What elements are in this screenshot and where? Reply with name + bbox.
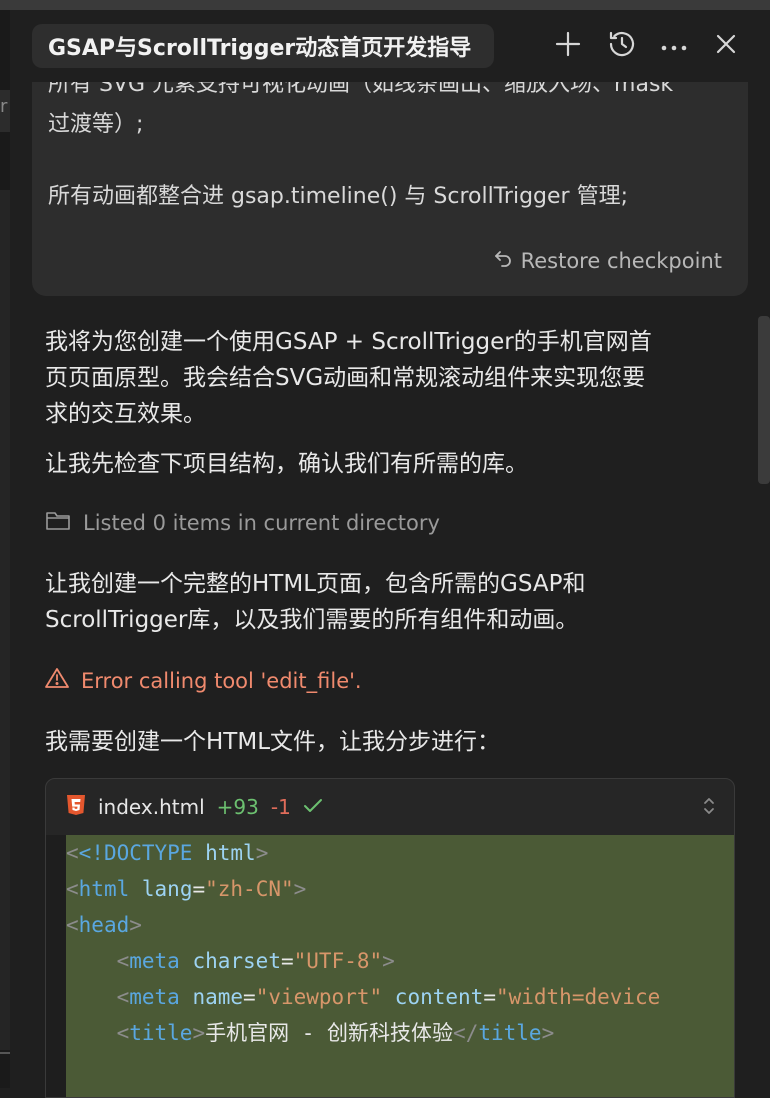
diff-additions: +93 [216,795,259,819]
chat-header: GSAP与ScrollTrigger动态首页开发指导 [10,10,770,82]
user-message-card: 所有 SVG 元素支持可视化动画（如线条画出、缩放入场、mask 过渡等）; 所… [32,60,748,296]
gutter-marker [0,1052,10,1054]
warning-icon [45,667,69,694]
folder-icon [45,509,71,536]
diff-deletions: -1 [270,795,291,819]
error-message: Error calling tool 'edit_file'. [81,668,362,693]
expand-collapse-icon[interactable] [702,795,716,822]
code-token: "width=device [495,985,661,1009]
code-token: meta [129,949,180,973]
code-filename: index.html [98,795,205,819]
scrollbar-thumb[interactable] [758,316,770,484]
assistant-text-line: 让我创建一个完整的HTML页面，包含所需的GSAP和 [45,571,586,597]
ellipsis-icon [660,37,688,56]
code-line: <meta name="viewport" content="width=dev… [116,985,661,1009]
code-token: lang [141,877,193,901]
code-token: head [78,913,130,937]
code-token: html [205,841,256,865]
chat-title[interactable]: GSAP与ScrollTrigger动态首页开发指导 [32,24,494,68]
html5-icon [66,794,86,821]
code-line: <meta charset="UTF-8"> [116,949,395,973]
code-line: <html lang="zh-CN"> [66,877,307,901]
code-token: "UTF-8" [293,949,383,973]
code-line: <head> [66,913,142,937]
assistant-paragraph: 让我创建一个完整的HTML页面，包含所需的GSAP和 ScrollTrigger… [45,566,735,638]
code-token: 手机官网 - 创新科技体验 [205,1021,454,1045]
user-message-line: 所有动画都整合进 gsap.timeline() 与 ScrollTrigger… [48,184,629,209]
gutter-block [0,190,10,1050]
tool-error: Error calling tool 'edit_file'. [45,667,362,694]
new-chat-button[interactable] [550,28,586,64]
check-icon [303,795,323,819]
code-token: title [478,1021,542,1045]
gutter-glyph: r [0,96,8,117]
code-token: "viewport" [255,985,383,1009]
code-token: charset [192,949,281,973]
tool-call-listing[interactable]: Listed 0 items in current directory [45,509,440,536]
more-options-button[interactable] [656,28,692,64]
history-button[interactable] [604,28,640,64]
history-icon [607,29,637,63]
editor-gutter: r [0,10,10,1088]
top-strip [0,0,770,10]
code-token: html [78,877,130,901]
close-button[interactable] [708,28,744,64]
assistant-paragraph: 我需要创建一个HTML文件，让我分步进行： [45,729,501,755]
code-diff-card: index.html +93 -1 <<!DOCTYPE html> <html… [45,778,735,1098]
user-message-line: 过渡等）; [48,112,144,137]
tool-call-label: Listed 0 items in current directory [83,510,440,535]
code-token: meta [129,985,180,1009]
code-token: "zh-CN" [205,877,294,901]
code-diff-header[interactable]: index.html +93 -1 [46,779,734,835]
undo-icon [493,248,513,273]
restore-checkpoint-label: Restore checkpoint [520,248,722,273]
code-token: content [394,985,484,1009]
assistant-paragraph: 我将为您创建一个使用GSAP + ScrollTrigger的手机官网首 页页面… [45,324,735,432]
restore-checkpoint-button[interactable]: Restore checkpoint [493,248,722,273]
code-token: name [192,985,244,1009]
assistant-text-line: ScrollTrigger库，以及我们需要的所有组件和动画。 [45,607,579,633]
code-token: title [129,1021,193,1045]
assistant-text-line: 求的交互效果。 [45,401,206,427]
assistant-paragraph: 让我先检查下项目结构，确认我们有所需的库。 [45,451,528,477]
plus-icon [554,30,582,62]
assistant-text-line: 我将为您创建一个使用GSAP + ScrollTrigger的手机官网首 [45,329,652,355]
code-line: <<!DOCTYPE html> [66,841,269,865]
code-diff-body: <<!DOCTYPE html> <html lang="zh-CN"> <he… [46,835,734,1097]
code-line: <title>手机官网 - 创新科技体验</title> [116,1021,555,1045]
close-icon [715,33,737,59]
assistant-text-line: 页页面原型。我会结合SVG动画和常规滚动组件来实现您要 [45,365,646,391]
code-token: <!DOCTYPE [78,841,193,865]
